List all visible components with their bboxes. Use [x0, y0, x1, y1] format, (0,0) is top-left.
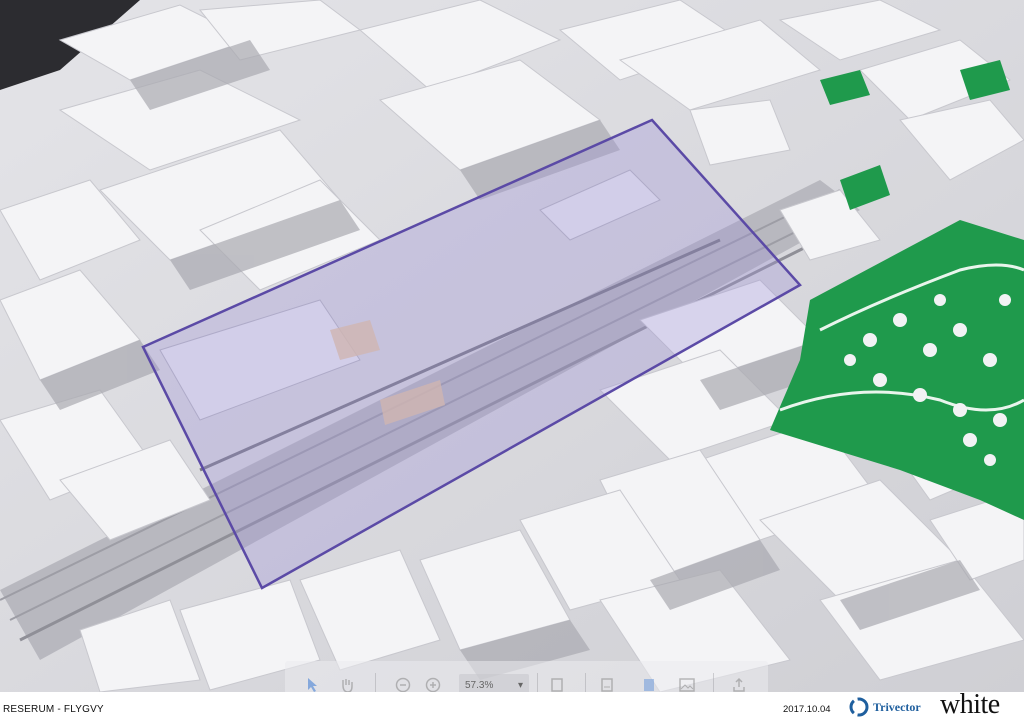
trivector-mark-icon — [849, 697, 869, 717]
white-logo: white — [940, 689, 1000, 720]
aerial-3d-view — [0, 0, 1024, 692]
chevron-down-icon: ▾ — [517, 679, 523, 691]
city-model — [0, 0, 1024, 692]
view-date: 2017.10.04 — [783, 704, 831, 715]
trivector-logo: Trivector — [848, 696, 921, 718]
trivector-wordmark: Trivector — [873, 699, 921, 714]
zoom-value: 57.3% — [465, 679, 494, 691]
view-caption: RESERUM - FLYGVY — [3, 704, 104, 715]
